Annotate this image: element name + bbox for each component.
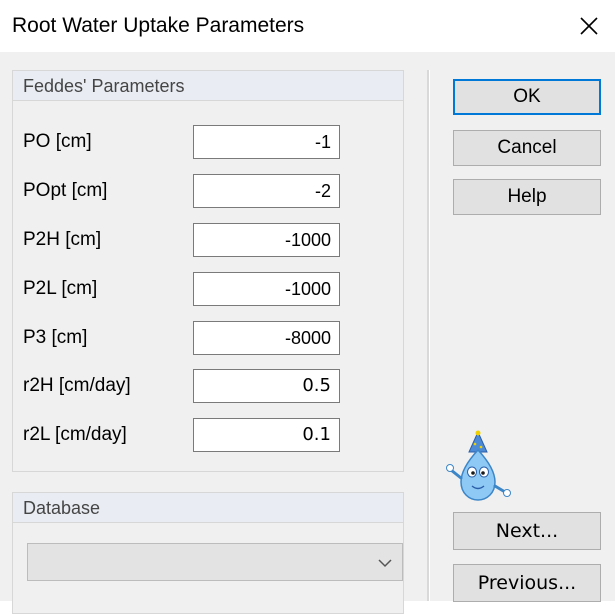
database-select[interactable]: [27, 543, 403, 581]
r2l-input[interactable]: 0.1: [193, 418, 340, 452]
database-header: Database: [13, 493, 403, 523]
param-row-po: PO [cm] -1: [23, 125, 343, 159]
p2h-input[interactable]: -1000: [193, 223, 340, 257]
param-label-po: PO [cm]: [23, 131, 92, 152]
param-label-p2h: P2H [cm]: [23, 229, 102, 250]
p3-input[interactable]: -8000: [193, 321, 340, 355]
param-label-p2l: P2L [cm]: [23, 278, 98, 299]
previous-button[interactable]: Previous...: [453, 564, 601, 602]
param-row-p3: P3 [cm] -8000: [23, 321, 343, 355]
chevron-down-icon: [378, 559, 392, 568]
close-button[interactable]: [573, 10, 605, 42]
popt-input[interactable]: -2: [193, 174, 340, 208]
help-button[interactable]: Help: [453, 179, 601, 215]
param-label-r2l: r2L [cm/day]: [23, 424, 127, 445]
feddes-parameters-group: Feddes' Parameters PO [cm] -1 POpt [cm] …: [12, 70, 404, 472]
param-label-r2h: r2H [cm/day]: [23, 375, 131, 396]
ok-button[interactable]: OK: [453, 79, 601, 115]
p2l-input[interactable]: -1000: [193, 272, 340, 306]
cancel-button[interactable]: Cancel: [453, 130, 601, 166]
param-label-p3: P3 [cm]: [23, 327, 88, 348]
param-row-p2l: P2L [cm] -1000: [23, 272, 343, 306]
po-input[interactable]: -1: [193, 125, 340, 159]
r2h-input[interactable]: 0.5: [193, 369, 340, 403]
close-icon: [580, 17, 598, 35]
param-row-r2h: r2H [cm/day] 0.5: [23, 369, 343, 403]
database-group: Database: [12, 492, 404, 614]
window-title: Root Water Uptake Parameters: [12, 14, 305, 37]
dialog-client-area: Feddes' Parameters PO [cm] -1 POpt [cm] …: [0, 52, 615, 614]
param-row-popt: POpt [cm] -2: [23, 174, 343, 208]
param-row-p2h: P2H [cm] -1000: [23, 223, 343, 257]
feddes-parameters-header: Feddes' Parameters: [13, 71, 403, 101]
vertical-separator: [427, 70, 430, 601]
title-bar: Root Water Uptake Parameters: [0, 0, 615, 52]
param-label-popt: POpt [cm]: [23, 180, 108, 201]
water-drop-mascot-icon: [446, 430, 511, 501]
next-button[interactable]: Next...: [453, 512, 601, 550]
param-row-r2l: r2L [cm/day] 0.1: [23, 418, 343, 452]
